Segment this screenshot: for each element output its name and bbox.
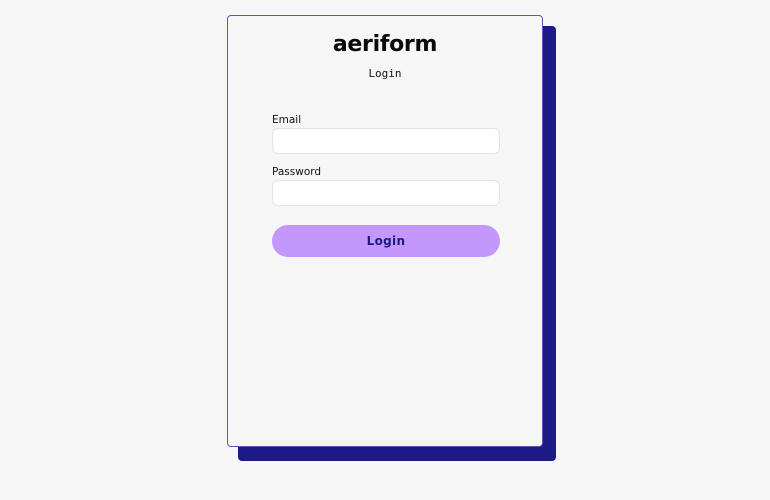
login-page: aeriform Login Email Password Login (0, 0, 770, 500)
password-field[interactable] (272, 180, 500, 206)
brand-logo: aeriform (332, 32, 438, 57)
password-label: Password (272, 166, 322, 178)
email-field[interactable] (272, 128, 500, 154)
login-card: aeriform Login Email Password Login (227, 15, 543, 447)
email-label: Email (272, 114, 302, 126)
page-title: Login (368, 67, 402, 80)
login-button[interactable]: Login (272, 225, 500, 257)
